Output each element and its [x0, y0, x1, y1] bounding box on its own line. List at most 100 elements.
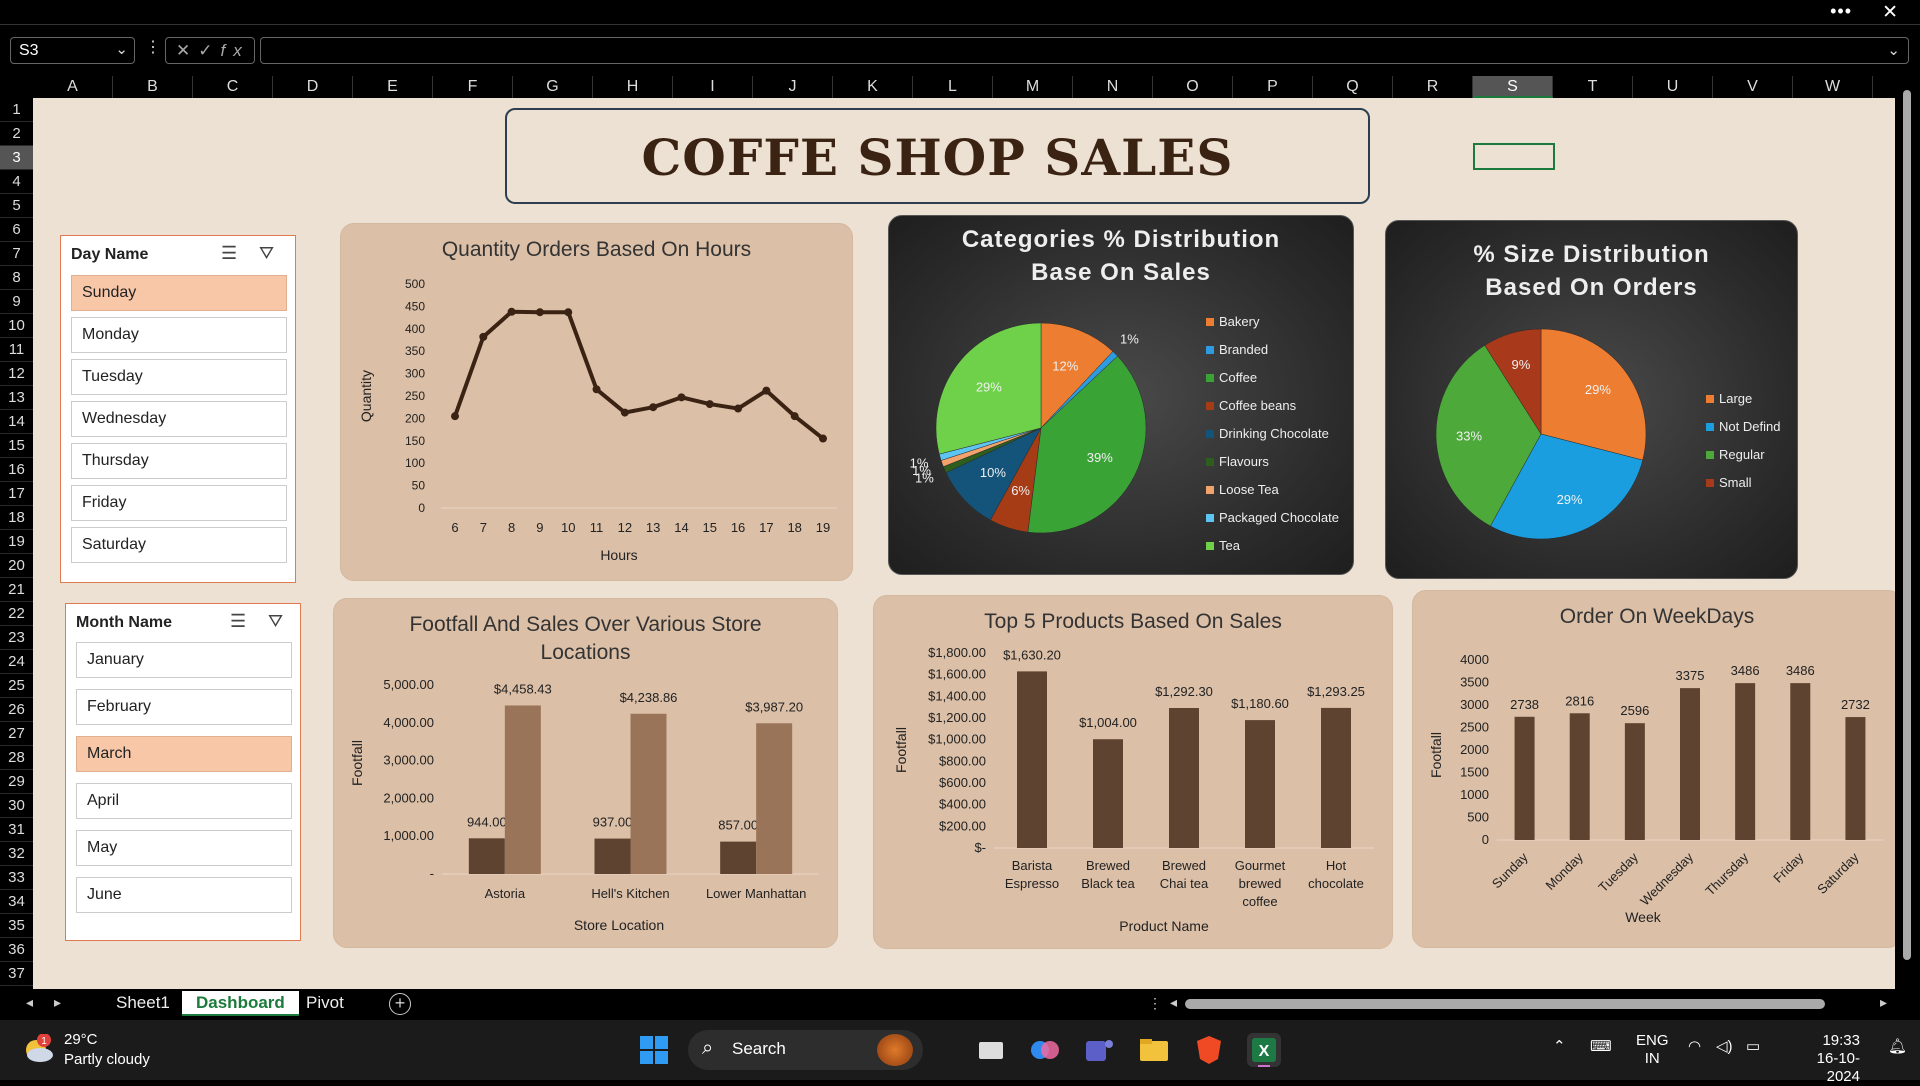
next-sheet-icon[interactable]: ▸ — [54, 994, 61, 1011]
row-header-27[interactable]: 27 — [0, 722, 33, 746]
clear-filter-icon[interactable]: ⛛ — [259, 243, 274, 264]
row-header-24[interactable]: 24 — [0, 650, 33, 674]
row-header-22[interactable]: 22 — [0, 602, 33, 626]
row-header-20[interactable]: 20 — [0, 554, 33, 578]
column-header-U[interactable]: U — [1633, 76, 1713, 98]
slicer-item-tuesday[interactable]: Tuesday — [71, 359, 287, 395]
row-header-13[interactable]: 13 — [0, 386, 33, 410]
scroll-thumb[interactable] — [1903, 90, 1911, 960]
row-header-12[interactable]: 12 — [0, 362, 33, 386]
slicer-item-monday[interactable]: Monday — [71, 317, 287, 353]
column-header-P[interactable]: P — [1233, 76, 1313, 98]
scroll-left-icon[interactable]: ◂ — [1170, 994, 1177, 1011]
row-header-26[interactable]: 26 — [0, 698, 33, 722]
row-header-37[interactable]: 37 — [0, 962, 33, 986]
scroll-right-icon[interactable]: ▸ — [1880, 994, 1887, 1011]
column-header-I[interactable]: I — [673, 76, 753, 98]
row-header-18[interactable]: 18 — [0, 506, 33, 530]
column-header-M[interactable]: M — [993, 76, 1073, 98]
fx-icon[interactable]: fx — [221, 41, 250, 60]
row-header-35[interactable]: 35 — [0, 914, 33, 938]
column-header-Q[interactable]: Q — [1313, 76, 1393, 98]
copilot-icon[interactable] — [1028, 1033, 1062, 1067]
slicer-item-wednesday[interactable]: Wednesday — [71, 401, 287, 437]
column-header-K[interactable]: K — [833, 76, 913, 98]
row-header-1[interactable]: 1 — [0, 98, 33, 122]
column-header-J[interactable]: J — [753, 76, 833, 98]
prev-sheet-icon[interactable]: ◂ — [26, 994, 33, 1011]
slicer-item-april[interactable]: April — [76, 783, 292, 819]
expand-formula-icon[interactable]: ⌄ — [1887, 41, 1900, 59]
row-header-8[interactable]: 8 — [0, 266, 33, 290]
column-header-A[interactable]: A — [33, 76, 113, 98]
column-header-G[interactable]: G — [513, 76, 593, 98]
column-header-W[interactable]: W — [1793, 76, 1873, 98]
column-header-E[interactable]: E — [353, 76, 433, 98]
horizontal-scrollbar[interactable] — [1185, 999, 1825, 1009]
slicer-item-thursday[interactable]: Thursday — [71, 443, 287, 479]
keyboard-icon[interactable]: ⌨ — [1590, 1038, 1612, 1056]
row-header-36[interactable]: 36 — [0, 938, 33, 962]
row-header-17[interactable]: 17 — [0, 482, 33, 506]
row-header-30[interactable]: 30 — [0, 794, 33, 818]
row-header-10[interactable]: 10 — [0, 314, 33, 338]
vertical-scrollbar[interactable] — [1895, 76, 1920, 989]
row-header-16[interactable]: 16 — [0, 458, 33, 482]
tab-split-icon[interactable]: ⋮ — [1148, 995, 1162, 1012]
row-header-31[interactable]: 31 — [0, 818, 33, 842]
teams-icon[interactable] — [1082, 1033, 1116, 1067]
row-header-23[interactable]: 23 — [0, 626, 33, 650]
row-header-11[interactable]: 11 — [0, 338, 33, 362]
column-header-C[interactable]: C — [193, 76, 273, 98]
row-header-15[interactable]: 15 — [0, 434, 33, 458]
row-header-3[interactable]: 3 — [0, 146, 33, 170]
selected-cell[interactable] — [1473, 143, 1555, 170]
sheet-tab-sheet1[interactable]: Sheet1 — [102, 991, 184, 1016]
formula-menu-icon[interactable]: ⋮ — [145, 37, 161, 64]
row-header-33[interactable]: 33 — [0, 866, 33, 890]
column-header-B[interactable]: B — [113, 76, 193, 98]
chevron-down-icon[interactable]: ⌄ — [115, 40, 128, 58]
column-header-R[interactable]: R — [1393, 76, 1473, 98]
cancel-icon[interactable]: ✕ — [176, 41, 198, 60]
close-icon[interactable]: ✕ — [1882, 1, 1898, 24]
row-header-19[interactable]: 19 — [0, 530, 33, 554]
slicer-item-may[interactable]: May — [76, 830, 292, 866]
sheet-tab-dashboard[interactable]: Dashboard — [182, 991, 299, 1016]
column-header-O[interactable]: O — [1153, 76, 1233, 98]
clear-filter-icon[interactable]: ⛛ — [268, 611, 283, 632]
row-header-14[interactable]: 14 — [0, 410, 33, 434]
slicer-item-february[interactable]: February — [76, 689, 292, 725]
start-icon[interactable] — [637, 1033, 671, 1067]
row-header-21[interactable]: 21 — [0, 578, 33, 602]
slicer-item-friday[interactable]: Friday — [71, 485, 287, 521]
enter-icon[interactable]: ✓ — [198, 41, 220, 60]
row-header-6[interactable]: 6 — [0, 218, 33, 242]
multi-select-icon[interactable]: ☰ — [230, 611, 246, 632]
slicer-item-sunday[interactable]: Sunday — [71, 275, 287, 311]
column-header-N[interactable]: N — [1073, 76, 1153, 98]
name-box[interactable]: S3 ⌄ — [10, 37, 135, 64]
slicer-item-january[interactable]: January — [76, 642, 292, 678]
column-header-T[interactable]: T — [1553, 76, 1633, 98]
row-header-28[interactable]: 28 — [0, 746, 33, 770]
column-header-D[interactable]: D — [273, 76, 353, 98]
formula-input[interactable]: ⌄ — [260, 37, 1909, 64]
sheet-tab-pivot[interactable]: Pivot — [292, 991, 358, 1016]
row-header-34[interactable]: 34 — [0, 890, 33, 914]
battery-icon[interactable]: ▭ — [1746, 1038, 1760, 1056]
slicer-item-saturday[interactable]: Saturday — [71, 527, 287, 563]
row-header-2[interactable]: 2 — [0, 122, 33, 146]
file-explorer-icon[interactable] — [1137, 1033, 1171, 1067]
multi-select-icon[interactable]: ☰ — [221, 243, 237, 264]
row-header-5[interactable]: 5 — [0, 194, 33, 218]
task-view-icon[interactable] — [974, 1033, 1008, 1067]
row-header-4[interactable]: 4 — [0, 170, 33, 194]
column-header-V[interactable]: V — [1713, 76, 1793, 98]
row-header-32[interactable]: 32 — [0, 842, 33, 866]
taskbar-search[interactable]: ⌕ Search — [688, 1030, 923, 1070]
notifications-icon[interactable]: 🔔︎ — [1888, 1038, 1907, 1056]
column-header-H[interactable]: H — [593, 76, 673, 98]
wifi-icon[interactable]: ◠ — [1688, 1038, 1701, 1056]
column-header-F[interactable]: F — [433, 76, 513, 98]
